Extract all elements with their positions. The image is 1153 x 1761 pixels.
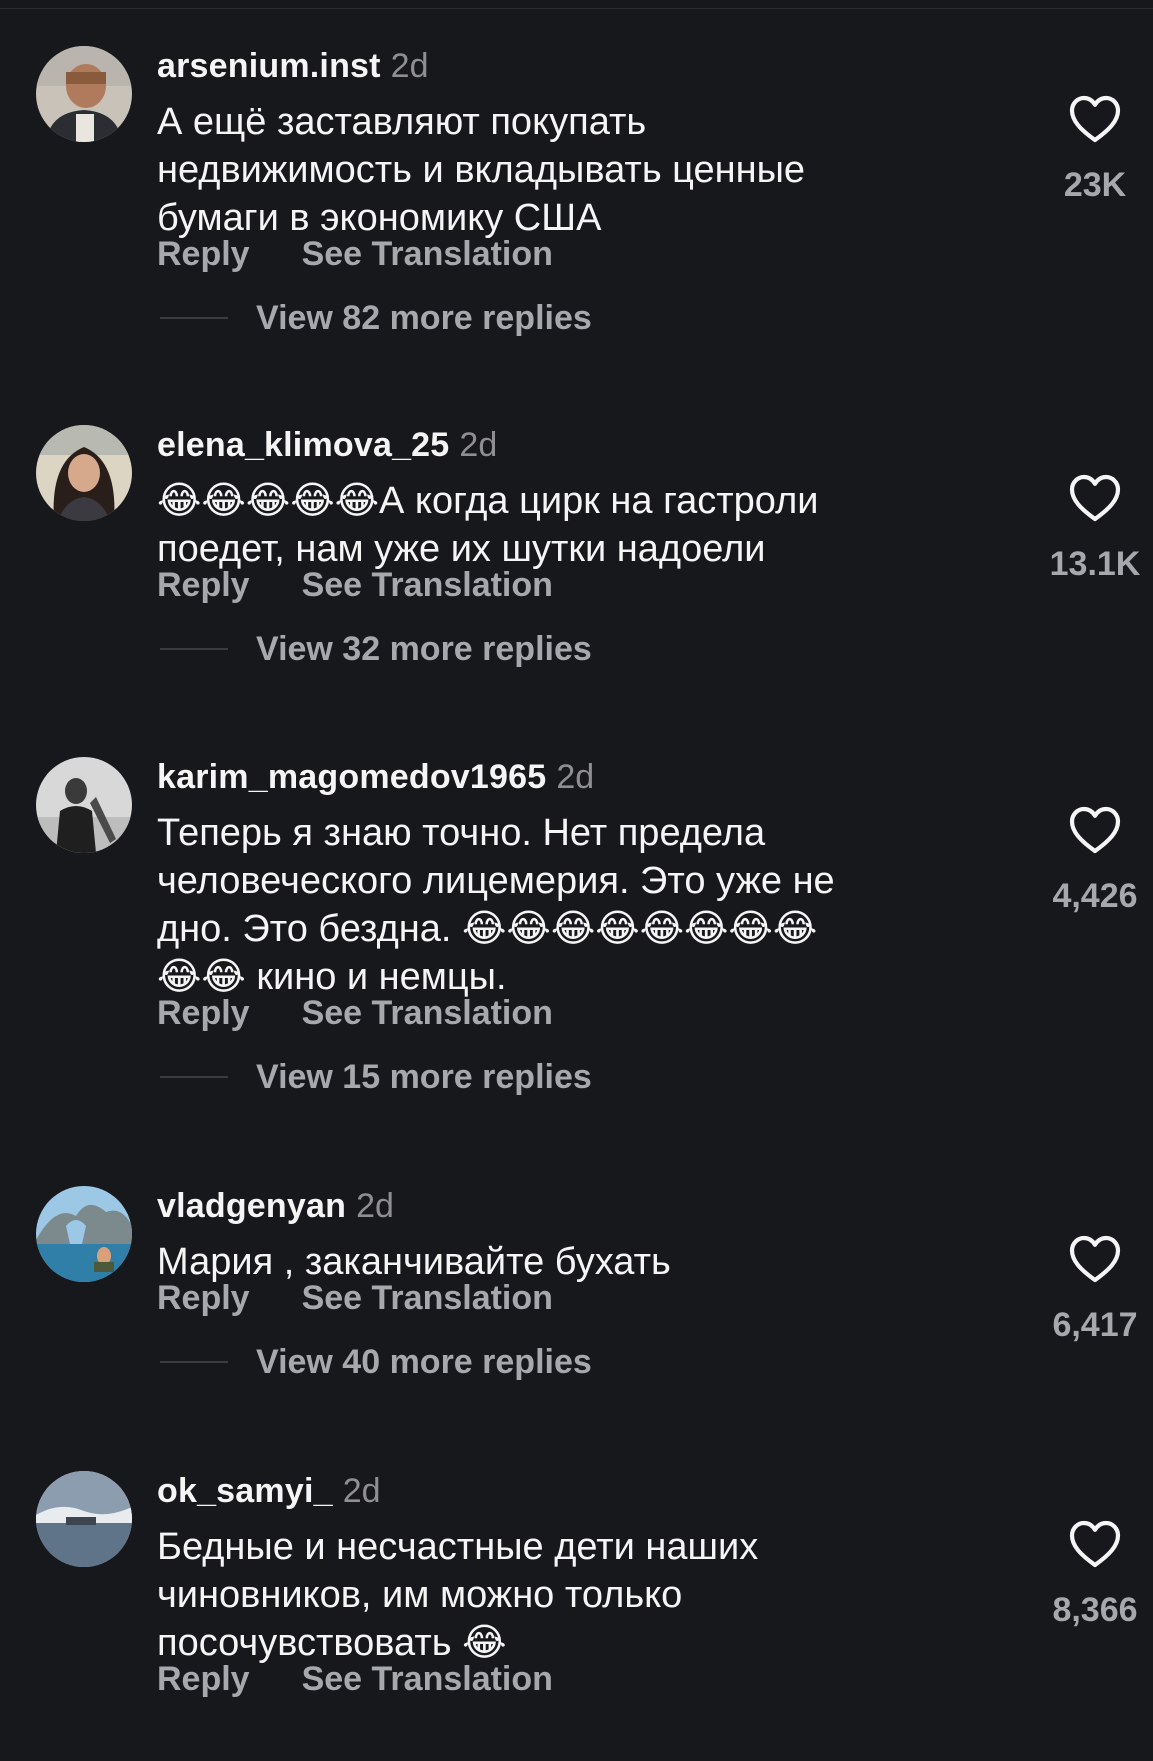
timestamp: 2d: [556, 757, 595, 796]
username[interactable]: elena_klimova_25: [157, 426, 449, 465]
like-count: 4,426: [1052, 877, 1138, 915]
replies-divider: [160, 317, 228, 319]
view-replies-label: View 15 more replies: [256, 1057, 592, 1096]
heart-outline-icon[interactable]: [1068, 805, 1122, 855]
comment-text: Теперь я знаю точно. Нет предела человеч…: [157, 812, 835, 998]
see-translation-button[interactable]: See Translation: [302, 1660, 553, 1699]
view-replies-label: View 82 more replies: [256, 298, 592, 337]
like-count: 23K: [1063, 166, 1127, 204]
replies-divider: [160, 648, 228, 650]
comment-text: А ещё заставляют покупать недвижимость и…: [157, 101, 806, 239]
view-replies-button[interactable]: View 40 more replies: [160, 1342, 592, 1382]
avatar[interactable]: [36, 1186, 132, 1282]
avatar[interactable]: [36, 757, 132, 853]
timestamp: 2d: [459, 425, 498, 464]
see-translation-button[interactable]: See Translation: [302, 994, 553, 1033]
username[interactable]: vladgenyan: [157, 1187, 346, 1226]
see-translation-button[interactable]: See Translation: [302, 566, 553, 605]
see-translation-button[interactable]: See Translation: [302, 1279, 553, 1318]
heart-outline-icon[interactable]: [1068, 1234, 1122, 1284]
heart-outline-icon[interactable]: [1068, 94, 1122, 144]
view-replies-button[interactable]: View 15 more replies: [160, 1057, 592, 1097]
view-replies-button[interactable]: View 82 more replies: [160, 298, 592, 338]
replies-divider: [160, 1361, 228, 1363]
view-replies-button[interactable]: View 32 more replies: [160, 629, 592, 669]
comment-text: Бедные и несчастные дети наших чиновнико…: [157, 1526, 759, 1664]
heart-outline-icon[interactable]: [1068, 473, 1122, 523]
username[interactable]: arsenium.inst: [157, 47, 381, 86]
view-replies-label: View 40 more replies: [256, 1342, 592, 1381]
avatar[interactable]: [36, 425, 132, 521]
reply-button[interactable]: Reply: [157, 566, 250, 605]
comment-text: 😂😂😂😂😂А когда цирк на гастроли поедет, на…: [157, 480, 819, 570]
reply-button[interactable]: Reply: [157, 235, 250, 274]
timestamp: 2d: [342, 1471, 381, 1510]
avatar[interactable]: [36, 46, 132, 142]
timestamp: 2d: [356, 1186, 394, 1225]
replies-divider: [160, 1076, 228, 1078]
reply-button[interactable]: Reply: [157, 1660, 250, 1699]
like-count: 13.1K: [1049, 545, 1141, 583]
reply-button[interactable]: Reply: [157, 1279, 250, 1318]
username[interactable]: ok_samyi_: [157, 1472, 333, 1511]
avatar[interactable]: [36, 1471, 132, 1567]
username[interactable]: karim_magomedov1965: [157, 758, 546, 797]
top-divider: [0, 8, 1153, 9]
timestamp: 2d: [390, 46, 429, 85]
heart-outline-icon[interactable]: [1068, 1519, 1122, 1569]
like-count: 6,417: [1052, 1306, 1138, 1344]
like-count: 8,366: [1052, 1591, 1138, 1629]
see-translation-button[interactable]: See Translation: [302, 235, 553, 274]
reply-button[interactable]: Reply: [157, 994, 250, 1033]
view-replies-label: View 32 more replies: [256, 629, 592, 668]
